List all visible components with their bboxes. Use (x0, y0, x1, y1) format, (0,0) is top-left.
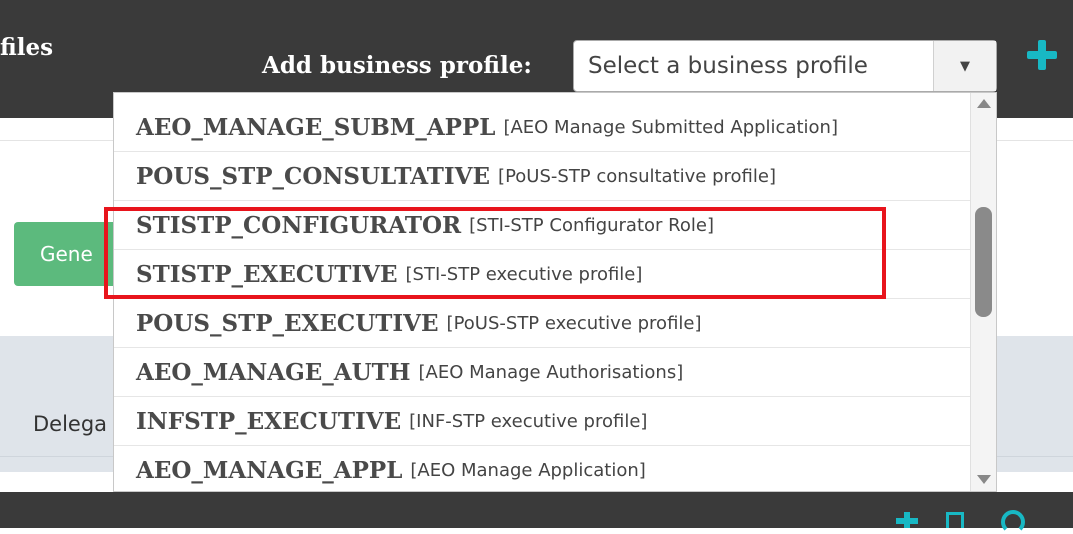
list-item[interactable]: POUS_STP_EXECUTIVE [PoUS-STP executive p… (114, 299, 970, 348)
add-business-profile-label: Add business profile: (262, 52, 532, 79)
list-item[interactable]: AEO_MANAGE_APPL [AEO Manage Application] (114, 446, 970, 491)
option-description: [AEO Manage Authorisations] (418, 361, 684, 383)
delegation-column-label: Delega (33, 412, 108, 436)
plus-icon[interactable] (896, 512, 918, 528)
page-title: files (0, 34, 54, 61)
option-code: AEO_MANAGE_SUBM_APPL (136, 113, 496, 141)
highlight-annotation-box (104, 207, 886, 299)
option-code: POUS_STP_EXECUTIVE (136, 309, 439, 337)
scrollbar-thumb[interactable] (975, 207, 992, 317)
option-code: POUS_STP_CONSULTATIVE (136, 162, 491, 190)
scroll-up-arrow-icon[interactable] (977, 99, 991, 108)
business-profile-select[interactable]: Select a business profile ▼ (573, 40, 997, 92)
select-placeholder: Select a business profile (588, 53, 868, 79)
option-code: AEO_MANAGE_APPL (136, 456, 403, 484)
list-item[interactable]: INFSTP_EXECUTIVE [INF-STP executive prof… (114, 397, 970, 446)
refresh-icon[interactable] (1001, 510, 1025, 534)
bottom-toolbar (0, 492, 1073, 534)
option-code: AEO_MANAGE_AUTH (136, 358, 411, 386)
list-item[interactable]: AEO_MANAGE_AUTH [AEO Manage Authorisatio… (114, 348, 970, 397)
option-description: [PoUS-STP consultative profile] (498, 165, 776, 187)
chevron-down-icon[interactable]: ▼ (933, 41, 996, 91)
list-item[interactable]: POUS_STP_CONSULTATIVE [PoUS-STP consulta… (114, 152, 970, 201)
option-description: [AEO Manage Submitted Application] (503, 116, 838, 138)
option-code: INFSTP_EXECUTIVE (136, 407, 402, 435)
option-description: [INF-STP executive profile] (409, 410, 648, 432)
list-item[interactable]: AEO_MANAGE_SUBM_APPL [AEO Manage Submitt… (114, 103, 970, 152)
document-icon[interactable] (946, 512, 964, 528)
plus-icon[interactable] (1027, 40, 1057, 70)
option-description: [AEO Manage Application] (410, 459, 646, 481)
scroll-down-arrow-icon[interactable] (977, 475, 991, 484)
option-description: [PoUS-STP executive profile] (446, 312, 702, 334)
scrollbar[interactable] (970, 93, 996, 491)
